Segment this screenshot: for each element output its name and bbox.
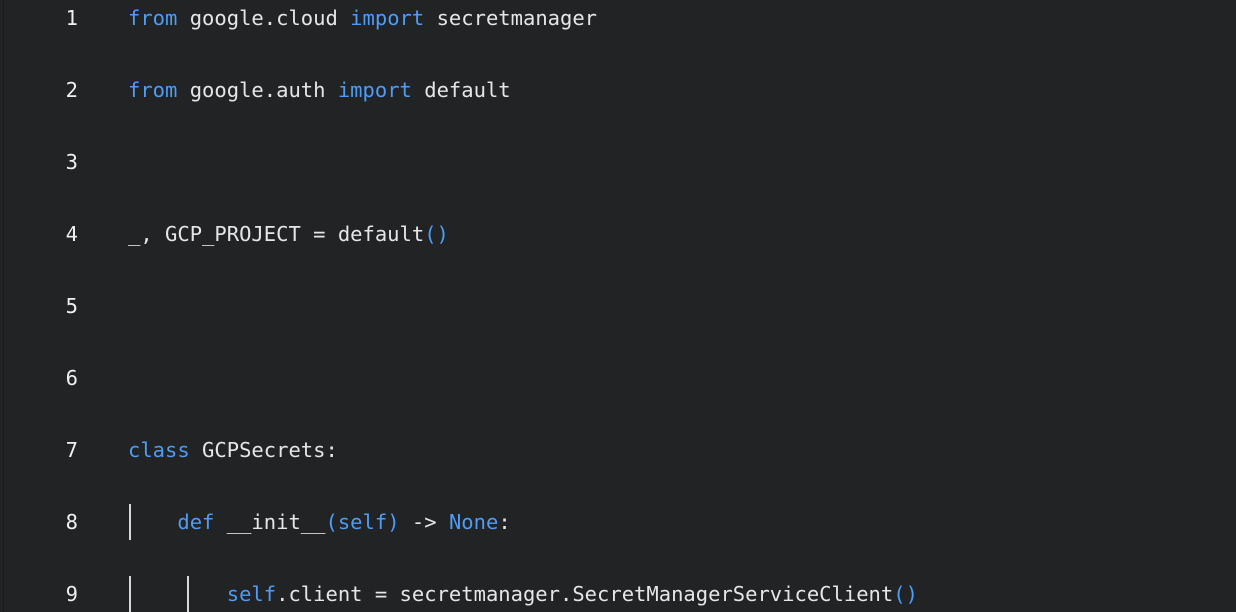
line-number: 3	[65, 150, 78, 174]
code-line-text: self.client = secretmanager.SecretManage…	[128, 576, 918, 612]
code-token-kw: from	[128, 6, 178, 30]
code-token-pln: google.cloud	[177, 6, 351, 30]
code-token-pln: :	[498, 510, 511, 534]
code-editor[interactable]: 1 from google.cloud import secretmanager 2…	[0, 0, 1236, 612]
code-token-pln	[128, 510, 177, 534]
code-line[interactable]: 4 _, GCP_PROJECT = default()	[0, 216, 1236, 252]
code-line-text: def __init__(self) -> None:	[128, 504, 511, 540]
line-number: 1	[65, 6, 78, 30]
code-line[interactable]: 1 from google.cloud import secretmanager	[0, 0, 1236, 36]
line-number: 2	[65, 78, 78, 102]
code-line[interactable]: 7 class GCPSecrets:	[0, 432, 1236, 468]
code-token-par: ()	[424, 222, 449, 246]
code-token-pln: GCPSecrets:	[189, 438, 338, 462]
code-line[interactable]: 9 self.client = secretmanager.SecretMana…	[0, 576, 1236, 612]
code-line[interactable]: 6	[0, 360, 1236, 396]
code-token-kw: from	[128, 78, 178, 102]
code-line-text: _, GCP_PROJECT = default()	[128, 216, 449, 252]
line-number: 5	[65, 294, 78, 318]
code-token-par: )	[387, 510, 400, 534]
code-token-pln: secretmanager	[424, 6, 598, 30]
code-token-pln: .client = secretmanager.SecretManagerSer…	[276, 582, 894, 606]
code-token-pln: default	[411, 78, 511, 102]
code-line-text: from google.cloud import secretmanager	[128, 0, 597, 36]
code-token-blu: self	[226, 582, 277, 606]
code-token-kw: import	[337, 78, 412, 102]
code-token-pln: ->	[399, 510, 449, 534]
code-content-area[interactable]: 1 from google.cloud import secretmanager 2…	[0, 0, 1236, 612]
code-token-kw: import	[350, 6, 425, 30]
line-number: 7	[65, 438, 78, 462]
code-line[interactable]: 3	[0, 144, 1236, 180]
code-token-par: (	[325, 510, 338, 534]
code-token-pln: google.auth	[177, 78, 338, 102]
code-token-pln: __init__	[214, 510, 326, 534]
code-line[interactable]: 5	[0, 288, 1236, 324]
code-line-text: class GCPSecrets:	[128, 432, 338, 468]
line-number: 6	[65, 366, 78, 390]
code-token-par: ()	[893, 582, 918, 606]
line-number: 8	[65, 510, 78, 534]
code-line[interactable]: 8 def __init__(self) -> None:	[0, 504, 1236, 540]
line-number: 4	[65, 222, 78, 246]
code-token-blu: self	[337, 510, 388, 534]
line-number: 9	[65, 582, 78, 606]
code-token-kw: class	[128, 438, 190, 462]
code-token-kw: def	[177, 510, 215, 534]
code-line-text: from google.auth import default	[128, 72, 511, 108]
code-token-pln: _, GCP_PROJECT = default	[128, 222, 425, 246]
code-token-pln	[128, 582, 227, 606]
code-token-blu: None	[448, 510, 499, 534]
code-line[interactable]: 2 from google.auth import default	[0, 72, 1236, 108]
